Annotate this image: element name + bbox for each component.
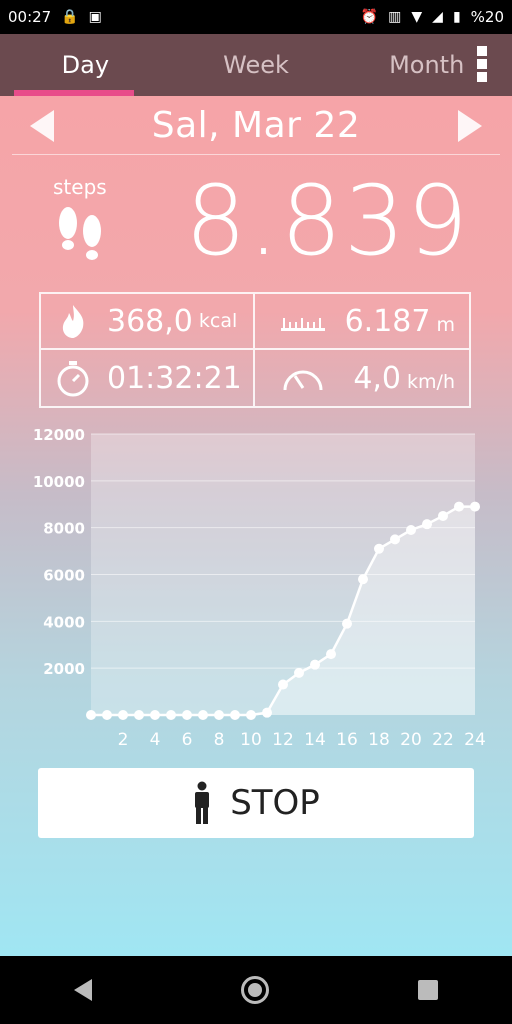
chart-data-point <box>230 710 240 720</box>
chart-x-tick-label: 2 <box>118 730 129 750</box>
system-nav-bar <box>0 956 512 1024</box>
stats-grid: 368,0 kcal 6.187 m 01:32:21 4,0 km/h <box>39 292 471 408</box>
chart-data-point <box>342 618 352 629</box>
footprints-icon <box>59 207 101 260</box>
chart-x-tick-label: 22 <box>432 730 454 750</box>
chart-x-tick-label: 24 <box>464 730 486 750</box>
chart-y-tick-label: 6000 <box>43 567 85 585</box>
lock-icon: 🔒 <box>61 9 79 25</box>
chart-data-point <box>358 574 368 585</box>
chart-data-point <box>326 649 336 660</box>
distance-unit: m <box>436 313 455 336</box>
vibrate-icon: ▥ <box>388 9 402 25</box>
chart-data-point <box>470 501 480 512</box>
chart-data-point <box>246 710 256 720</box>
chart-y-tick-label: 4000 <box>43 613 85 631</box>
overflow-menu-icon[interactable] <box>474 44 490 84</box>
chart-x-tick-label: 16 <box>336 730 358 750</box>
battery-icon: ▮ <box>452 9 461 25</box>
chart-data-point <box>214 710 224 720</box>
chart-x-tick-label: 4 <box>150 730 161 750</box>
previous-day-icon[interactable] <box>30 110 54 142</box>
chart-data-point <box>278 679 288 690</box>
chart-data-point <box>182 710 192 720</box>
steps-label: steps <box>53 175 107 199</box>
duration-cell: 01:32:21 <box>41 350 255 406</box>
stop-button[interactable]: STOP <box>38 768 474 838</box>
person-icon <box>195 781 210 824</box>
chart-y-tick-label: 8000 <box>43 520 85 538</box>
chart-data-point <box>86 710 96 720</box>
chart-data-point <box>102 710 112 720</box>
chart-y-tick-label: 12000 <box>33 426 85 444</box>
steps-section: steps 8.839 <box>0 155 512 288</box>
steps-chart: 2000 4000 6000 8000 10000 12000 2 4 6 8 10 12 14 16 18… <box>0 426 512 756</box>
chart-y-tick-label: 2000 <box>43 660 85 678</box>
status-bar: 00:27 🔒 ▣ ⏰ ▥ ▼ ◢ ▮ %20 <box>0 0 512 34</box>
chart-data-point <box>262 707 272 718</box>
chart-data-point <box>390 534 400 545</box>
tab-day[interactable]: Day <box>0 34 171 96</box>
chart-x-tick-label: 18 <box>368 730 390 750</box>
speed-cell: 4,0 km/h <box>255 350 469 406</box>
chart-data-point <box>150 710 160 720</box>
tab-bar: Day Week Month <box>0 34 512 96</box>
chart-data-point <box>454 501 464 512</box>
app-notification-icon: ▣ <box>88 9 102 25</box>
ruler-icon <box>281 318 325 331</box>
chart-y-tick-label: 10000 <box>33 473 85 491</box>
date-navigation: Sal, Mar 22 <box>0 96 512 154</box>
speed-unit: km/h <box>407 370 455 393</box>
alarm-icon: ⏰ <box>360 9 379 25</box>
chart-x-tick-label: 10 <box>240 730 262 750</box>
chart-x-tick-label: 12 <box>272 730 294 750</box>
distance-value: 6.187 <box>344 303 431 339</box>
back-icon[interactable] <box>74 979 93 1001</box>
wifi-icon: ▼ <box>411 9 423 25</box>
calories-unit: kcal <box>198 310 238 332</box>
home-icon[interactable] <box>240 976 269 1004</box>
current-date: Sal, Mar 22 <box>151 104 361 146</box>
calories-value: 368,0 <box>107 303 193 339</box>
chart-data-point <box>118 710 128 720</box>
duration-value: 01:32:21 <box>107 360 242 396</box>
chart-data-point <box>166 710 176 720</box>
stop-button-label: STOP <box>230 783 320 823</box>
steps-count: 8.839 <box>185 165 470 277</box>
chart-data-point <box>310 659 320 670</box>
signal-icon: ◢ <box>432 9 443 25</box>
next-day-icon[interactable] <box>458 110 482 142</box>
chart-data-point <box>438 510 448 521</box>
chart-x-tick-label: 14 <box>304 730 326 750</box>
steps-chart-svg: 200040006000800010000120002 4 6 8 10 12 14 16 18… <box>33 426 486 750</box>
speed-value: 4,0 <box>353 360 402 396</box>
calories-cell: 368,0 kcal <box>41 294 255 350</box>
chart-x-tick-label: 8 <box>214 730 225 750</box>
status-time: 00:27 <box>8 8 52 26</box>
chart-data-point <box>422 519 432 530</box>
chart-data-point <box>406 525 416 536</box>
app-screen: Day Week Month Sal, Mar 22 steps 8.839 3… <box>0 34 512 956</box>
chart-x-tick-label: 20 <box>400 730 422 750</box>
tab-week[interactable]: Week <box>171 34 342 96</box>
stopwatch-icon <box>57 361 89 397</box>
chart-x-tick-label: 6 <box>182 730 193 750</box>
chart-data-point <box>198 710 208 720</box>
chart-data-point <box>294 667 304 678</box>
speedometer-icon <box>283 370 323 391</box>
flame-icon <box>62 305 84 338</box>
chart-data-point <box>374 543 384 554</box>
battery-percent: %20 <box>470 8 504 26</box>
recent-apps-icon[interactable] <box>417 980 438 1000</box>
distance-cell: 6.187 m <box>255 294 469 350</box>
chart-data-point <box>134 710 144 720</box>
